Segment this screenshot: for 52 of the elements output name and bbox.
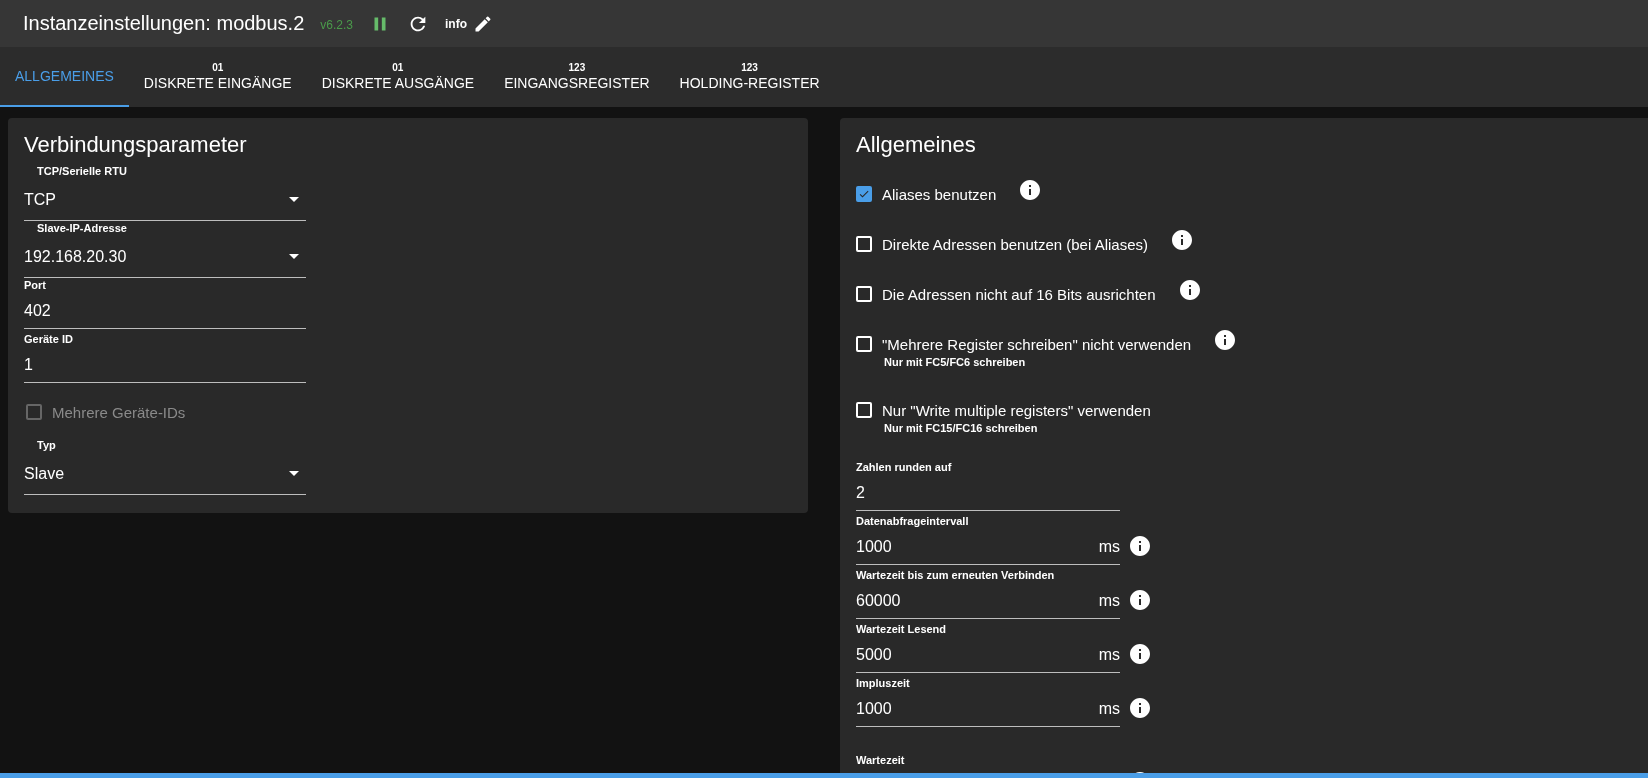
input-field[interactable]: 1000 ms (856, 529, 1120, 565)
select-field[interactable]: Slave (24, 453, 306, 495)
hint-text: Nur mit FC5/FC6 schreiben (883, 356, 1027, 368)
select-field[interactable]: TCP (24, 179, 306, 221)
field-label: Geräte ID (24, 332, 74, 347)
info-icon[interactable] (1128, 588, 1152, 612)
field-label: Slave-IP-Adresse (36, 221, 128, 236)
edit-icon[interactable] (473, 13, 493, 34)
tab[interactable]: 123 EINGANGSREGISTER (489, 47, 665, 107)
field-label: Zahlen runden auf (856, 460, 953, 475)
tab[interactable]: 01 DISKRETE EINGÄNGE (128, 47, 307, 107)
version-label: v6.2.3 (320, 18, 353, 32)
input-field[interactable]: 402 (24, 293, 306, 329)
info-icon[interactable] (1170, 228, 1194, 252)
field-label: Wartezeit (856, 753, 906, 768)
info-icon[interactable] (1128, 642, 1152, 666)
field-label: Typ (36, 438, 57, 453)
checkbox-label: Direkte Adressen benutzen (bei Aliases) (882, 235, 1148, 253)
window-title: Instanzeinstellungen: modbus.2 (23, 12, 305, 35)
tab[interactable]: ALLGEMEINES (0, 47, 129, 107)
field-label: Wartezeit Lesend (856, 622, 948, 637)
tab[interactable]: 123 HOLDING-REGISTER (664, 47, 835, 107)
card-title: Verbindungsparameter (24, 132, 248, 158)
info-icon[interactable] (1213, 328, 1238, 352)
checkbox-label: Mehrere Geräte-IDs (52, 403, 186, 421)
checkbox-label: "Mehrere Register schreiben" nicht verwenden (882, 335, 1192, 353)
checkbox-label: Aliases benutzen (882, 185, 997, 203)
hint-text: Nur mit FC15/FC16 schreiben (883, 422, 1039, 434)
input-field[interactable]: 5000 ms (856, 637, 1120, 673)
field-label: Datenabfrageintervall (856, 514, 970, 529)
info-icon[interactable] (1177, 278, 1202, 302)
info-link[interactable]: info (445, 16, 467, 31)
field-label: Impluszeit (856, 676, 911, 691)
info-icon[interactable] (1128, 534, 1152, 558)
info-icon[interactable] (1018, 178, 1043, 202)
dropdown-caret-icon (289, 197, 299, 202)
checkbox[interactable] (856, 186, 872, 202)
card-title: Allgemeines (856, 132, 977, 158)
checkbox-label: Nur "Write multiple registers" verwenden (882, 401, 1151, 419)
select-field[interactable]: 192.168.20.30 (24, 236, 306, 278)
dropdown-caret-icon (289, 471, 299, 476)
field-label: TCP/Serielle RTU (36, 164, 128, 179)
tab[interactable]: 01 DISKRETE AUSGÄNGE (306, 47, 490, 107)
dropdown-caret-icon (289, 254, 299, 259)
input-field[interactable]: 1 (24, 347, 306, 383)
checkbox-label: Die Adressen nicht auf 16 Bits ausrichten (882, 285, 1156, 303)
input-field[interactable]: 1000 ms (856, 691, 1120, 727)
input-field[interactable]: 60000 ms (856, 583, 1120, 619)
field-label: Wartezeit bis zum erneuten Verbinden (856, 568, 1056, 583)
info-icon[interactable] (1128, 696, 1152, 720)
input-field[interactable]: 2 (856, 475, 1120, 511)
field-label: Port (24, 278, 47, 293)
